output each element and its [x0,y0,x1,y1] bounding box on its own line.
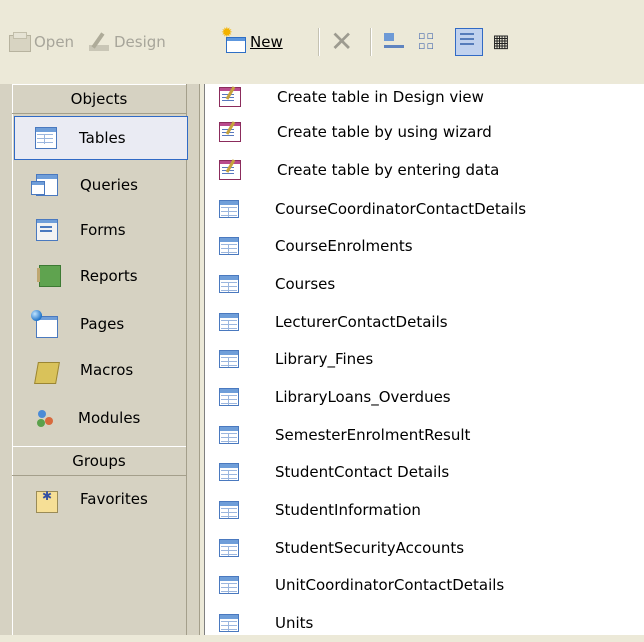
delete-x-icon: ✕ [330,25,354,58]
table-name: Library_Fines [275,350,374,368]
query-icon [31,174,58,196]
table-row[interactable]: Units [205,604,644,642]
table-icon [219,463,239,481]
table-icon [219,237,239,255]
table-row[interactable]: SemesterEnrolmentResult [205,416,644,454]
objects-header-label: Objects [70,90,128,108]
design-label: Design [114,33,166,51]
objects-item-label: Modules [78,409,141,427]
table-icon [219,313,239,331]
objects-item-queries[interactable]: Queries [16,165,182,205]
objects-group-header[interactable]: Objects [12,84,186,114]
toolbar-separator [370,28,372,56]
create-entering-data-icon [219,160,241,180]
groups-header-label: Groups [72,452,126,470]
list-item-label: Create table by using wizard [277,123,492,141]
new-icon [221,25,246,53]
objects-item-tables[interactable]: Tables [14,116,188,160]
object-list: Create table in Design view Create table… [204,84,644,635]
page-icon [31,310,58,338]
table-row[interactable]: StudentInformation [205,491,644,529]
table-name: LecturerContactDetails [275,313,448,331]
open-button[interactable]: Open [8,24,74,60]
new-label: New [250,33,283,51]
module-icon [36,408,56,428]
objects-item-pages[interactable]: Pages [16,304,182,344]
table-row[interactable]: CourseCoordinatorContactDetails [205,190,644,228]
table-row[interactable]: StudentSecurityAccounts [205,529,644,567]
group-item-label: Favorites [80,490,148,508]
table-row[interactable]: Courses [205,265,644,303]
objects-item-label: Reports [80,267,138,285]
list-item-create-entering-data[interactable]: Create table by entering data [205,151,644,189]
objects-item-forms[interactable]: Forms [16,210,182,250]
details-view-button[interactable]: ▦ [490,24,512,60]
table-name: StudentInformation [275,501,421,519]
list-item-label: Create table in Design view [277,88,484,106]
macro-icon [34,362,60,384]
create-design-view-icon [219,87,241,107]
table-icon [35,127,57,149]
table-icon [219,350,239,368]
table-icon [219,426,239,444]
table-name: SemesterEnrolmentResult [275,426,471,444]
open-label: Open [34,33,75,51]
create-wizard-icon [219,122,241,142]
table-icon [219,576,239,594]
table-name: Units [275,614,314,632]
list-item-create-wizard[interactable]: Create table by using wizard [205,113,644,151]
groups-group-header[interactable]: Groups [12,446,186,476]
group-item-favorites[interactable]: Favorites [16,479,182,519]
objects-item-label: Queries [80,176,138,194]
table-row[interactable]: Library_Fines [205,340,644,378]
form-icon [36,219,58,241]
table-icon [219,388,239,406]
new-button[interactable]: New [221,24,283,60]
small-icons-view-icon: ▫▫ ▫▫ [418,29,435,52]
report-icon [37,265,61,287]
table-name: LibraryLoans_Overdues [275,388,451,406]
table-row[interactable]: UnitCoordinatorContactDetails [205,566,644,604]
design-icon [88,31,110,53]
list-view-icon [455,28,483,56]
table-name: StudentContact Details [275,463,450,481]
small-icons-button[interactable]: ▫▫ ▫▫ [418,24,440,60]
objects-item-label: Forms [80,221,126,239]
open-icon [8,31,31,53]
delete-button[interactable]: ✕ [330,24,354,60]
table-icon [219,501,239,519]
objects-item-label: Tables [79,129,126,147]
table-icon [219,539,239,557]
large-icons-view-icon [382,31,404,53]
database-toolbar: Open Design New ✕ ▫▫▫▫ ▦ [0,0,644,84]
table-name: Courses [275,275,336,293]
design-button[interactable]: Design [88,24,166,60]
toolbar-separator [318,28,320,56]
table-name: CourseCoordinatorContactDetails [275,200,527,218]
favorites-icon [36,489,58,513]
objects-item-macros[interactable]: Macros [16,350,182,390]
table-name: StudentSecurityAccounts [275,539,465,557]
table-row[interactable]: CourseEnrolments [205,227,644,265]
objects-item-label: Pages [80,315,125,333]
objects-item-modules[interactable]: Modules [16,398,182,438]
table-icon [219,200,239,218]
table-row[interactable]: StudentContact Details [205,453,644,491]
table-row[interactable]: LibraryLoans_Overdues [205,378,644,416]
table-row[interactable]: LecturerContactDetails [205,303,644,341]
objects-item-reports[interactable]: Reports [16,256,182,296]
table-icon [219,614,239,632]
objects-bar: Objects Tables Queries Forms Reports Pag… [0,84,200,635]
objects-item-label: Macros [80,361,134,379]
table-icon [219,275,239,293]
list-item-label: Create table by entering data [277,161,500,179]
details-view-icon: ▦ [492,31,510,52]
table-name: CourseEnrolments [275,237,413,255]
list-view-button[interactable] [455,24,483,60]
list-item-create-design-view[interactable]: Create table in Design view [205,78,644,116]
large-icons-button[interactable] [382,24,404,60]
table-name: UnitCoordinatorContactDetails [275,576,505,594]
